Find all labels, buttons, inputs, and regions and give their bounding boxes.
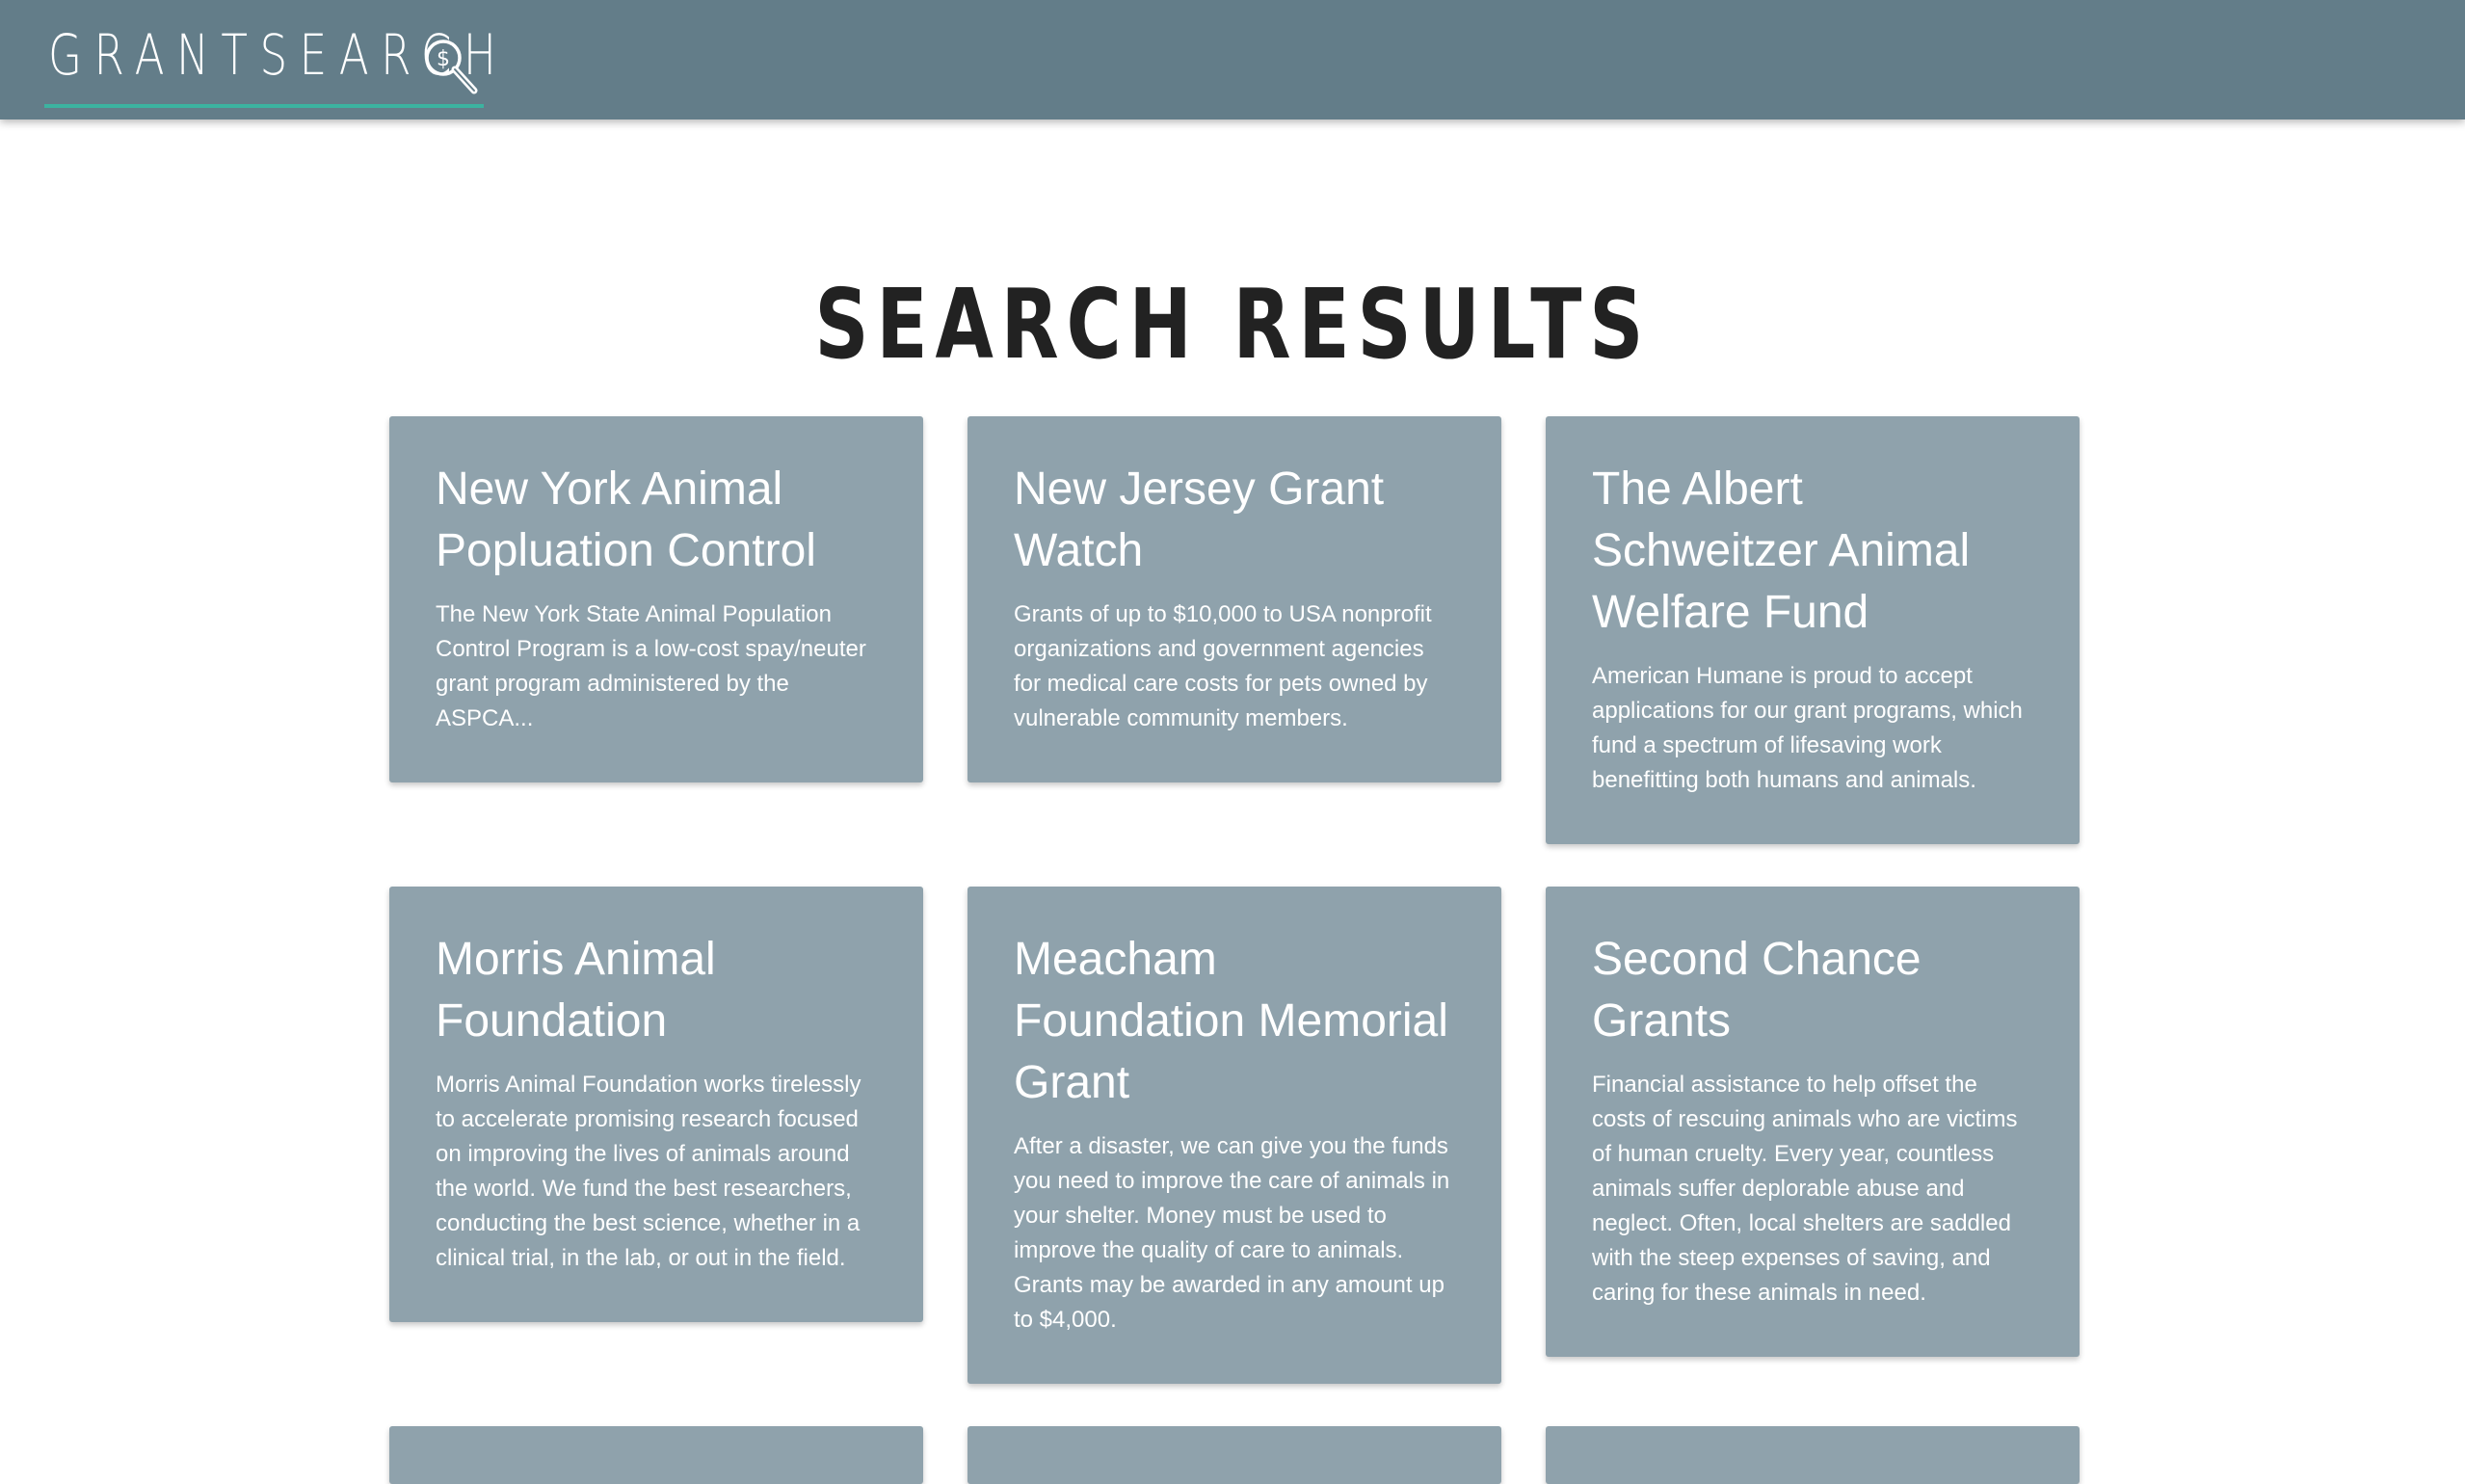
result-card[interactable]: Morris Animal Foundation Morris Animal F…: [389, 887, 923, 1322]
result-card-description: Grants of up to $10,000 to USA nonprofit…: [1014, 601, 1432, 731]
top-navbar: GRANTSEARCH $: [0, 0, 2465, 119]
result-card[interactable]: Meacham Foundation Memorial Grant After …: [967, 887, 1501, 1384]
result-card-description: After a disaster, we can give you the fu…: [1014, 1133, 1450, 1333]
result-card[interactable]: New Jersey Grant Watch Grants of up to $…: [967, 416, 1501, 782]
result-card-title: Meacham Foundation Memorial Grant: [1014, 934, 1448, 1108]
magnifier-dollar-icon: $: [425, 40, 478, 94]
result-card-title: The Albert Schweitzer Animal Welfare Fun…: [1592, 464, 1971, 638]
result-card-description: American Humane is proud to accept appli…: [1592, 663, 2023, 793]
result-card-partial[interactable]: [389, 1426, 923, 1484]
result-card[interactable]: New York Animal Popluation Control The N…: [389, 416, 923, 782]
result-card-description: Morris Animal Foundation works tirelessl…: [436, 1072, 861, 1271]
dollar-symbol: $: [437, 47, 450, 71]
page-title: SEARCH RESULTS: [814, 268, 1651, 381]
results-grid: New York Animal Popluation Control The N…: [389, 416, 2080, 1484]
result-card-title: Morris Animal Foundation: [436, 934, 716, 1047]
result-card-title: New York Animal Popluation Control: [436, 464, 816, 576]
result-card-description: Financial assistance to help offset the …: [1592, 1072, 2018, 1306]
result-card[interactable]: Second Chance Grants Financial assistanc…: [1546, 887, 2080, 1357]
result-card-partial[interactable]: [967, 1426, 1501, 1484]
result-card-partial[interactable]: [1546, 1426, 2080, 1484]
result-card-description: The New York State Animal Population Con…: [436, 601, 866, 731]
result-card-title: Second Chance Grants: [1592, 934, 1922, 1047]
result-card[interactable]: The Albert Schweitzer Animal Welfare Fun…: [1546, 416, 2080, 844]
result-card-title: New Jersey Grant Watch: [1014, 464, 1385, 576]
brand-logo-link[interactable]: GRANTSEARCH $: [44, 0, 496, 108]
